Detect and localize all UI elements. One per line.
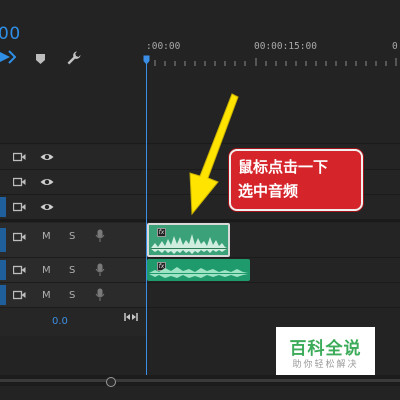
zoom-handle[interactable]: [106, 377, 116, 387]
solo-button[interactable]: S: [69, 265, 75, 276]
mute-button[interactable]: M: [42, 231, 51, 242]
annotation-callout: 鼠标点击一下 选中音频: [229, 149, 363, 211]
mute-button[interactable]: M: [42, 265, 51, 276]
camera-icon[interactable]: [13, 177, 26, 187]
audio-clip-a2[interactable]: fx: [147, 259, 250, 281]
microphone-icon[interactable]: [95, 229, 105, 243]
master-volume-value[interactable]: 0.0: [52, 316, 68, 327]
wrench-icon[interactable]: [66, 50, 82, 66]
annotation-line-2: 选中音频: [238, 182, 299, 200]
watermark: 百科全说 助你轻松解决: [276, 327, 375, 375]
playhead-line[interactable]: [146, 60, 147, 378]
camera-icon[interactable]: [13, 232, 26, 242]
watermark-title: 百科全说: [289, 339, 362, 359]
marker-icon[interactable]: [35, 53, 46, 65]
time-ruler[interactable]: [145, 58, 400, 66]
timecode-display[interactable]: 00: [0, 24, 21, 44]
camera-icon[interactable]: [13, 152, 26, 162]
ruler-label-end: 0: [392, 41, 398, 52]
camera-icon[interactable]: [13, 202, 26, 212]
timeline-panel: 00 :00:00 00:00:15:00 0 M S M S M S 0.0 …: [0, 0, 400, 400]
audio-waveform: [151, 234, 227, 254]
solo-button[interactable]: S: [69, 290, 75, 301]
mute-button[interactable]: M: [42, 290, 51, 301]
camera-icon[interactable]: [13, 265, 26, 275]
playhead-handle[interactable]: [143, 55, 150, 65]
audio-clip-a1-selected[interactable]: fx: [147, 223, 230, 257]
annotation-line-1: 鼠标点击一下: [238, 158, 329, 176]
solo-button[interactable]: S: [69, 231, 75, 242]
microphone-icon[interactable]: [95, 263, 105, 277]
track-target-a2[interactable]: [0, 260, 6, 280]
eye-icon[interactable]: [40, 202, 54, 212]
track-lane-a3[interactable]: [146, 283, 400, 307]
snap-icon[interactable]: [0, 50, 16, 64]
audio-waveform: [149, 267, 248, 278]
ruler-label-mid: 00:00:15:00: [254, 41, 317, 52]
scrollbar-track[interactable]: [0, 379, 400, 382]
ruler-label-start: :00:00: [146, 41, 181, 52]
eye-icon[interactable]: [40, 152, 54, 162]
track-target-v1[interactable]: [0, 197, 6, 217]
track-target-a1[interactable]: [0, 228, 6, 252]
track-target-a3[interactable]: [0, 285, 6, 305]
eye-icon[interactable]: [40, 177, 54, 187]
camera-icon[interactable]: [13, 290, 26, 300]
watermark-subtitle: 助你轻松解决: [292, 360, 359, 370]
gap-icon[interactable]: [124, 311, 138, 323]
microphone-icon[interactable]: [95, 288, 105, 302]
